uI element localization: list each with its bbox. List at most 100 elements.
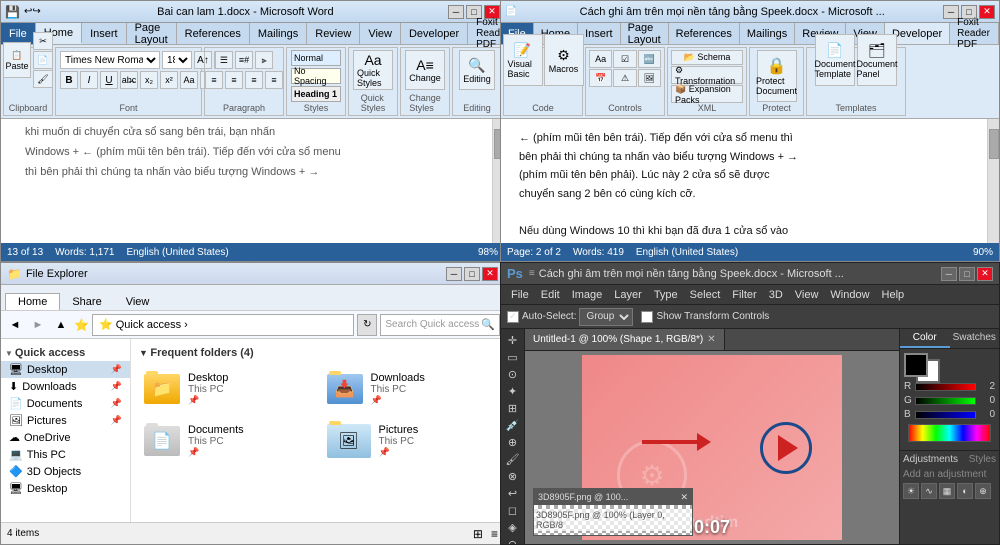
word1-tab-view[interactable]: View [360,23,401,44]
explorer-sidebar-desktop[interactable]: 🖥 Desktop 📌 [1,361,130,378]
explorer-minimize-btn[interactable]: ─ [446,267,462,281]
word2-ctrl6-btn[interactable]: 🖼 [638,69,661,87]
ps-color-spectrum[interactable] [908,424,991,442]
word2-scroll-thumb[interactable] [989,129,999,159]
word2-scrollbar[interactable] [987,119,999,243]
ps-heal-tool[interactable]: ⊕ [503,435,523,450]
ps-stamp-tool[interactable]: ⊗ [503,469,523,484]
explorer-search-icon[interactable]: 🔍 [481,318,495,331]
word2-ctrl4-btn[interactable]: 📅 [589,69,612,87]
ps-showtransform-check[interactable] [641,311,653,323]
word2-tab-references[interactable]: References [669,23,740,44]
explorer-freq-documents[interactable]: 📄 Documents This PC 📌 [139,419,314,463]
ps-magic-tool[interactable]: ✦ [503,384,523,399]
word1-changestyles-btn[interactable]: A≡Change [405,50,445,90]
word1-align-left-btn[interactable]: ≡ [205,71,223,89]
word1-cut-btn[interactable]: ✂ [33,32,53,50]
word1-style-h1[interactable]: Heading 1 [291,86,341,102]
ps-adj-saturation[interactable]: ⊕ [975,483,991,499]
word1-copy-btn[interactable]: 📄 [33,51,53,69]
ps-color-tab[interactable]: Color [900,329,950,348]
word1-bold-btn[interactable]: B [60,71,78,89]
explorer-sidebar-desktop2[interactable]: 🖥 Desktop [1,480,130,497]
explorer-forward-btn[interactable]: ► [28,315,48,335]
word2-tab-pagelayout[interactable]: Page Layout [621,23,669,44]
word1-underline-btn[interactable]: U [100,71,118,89]
word1-paste-btn[interactable]: 📋Paste [3,42,31,78]
word1-tab-review[interactable]: Review [307,23,360,44]
word2-ctrl3-btn[interactable]: 🔤 [638,50,661,68]
ps-swatches-tab[interactable]: Swatches [950,329,1000,348]
word1-superscript-btn[interactable]: x² [160,71,178,89]
ps-adj-brightness[interactable]: ☀ [903,483,919,499]
word2-transformation-btn[interactable]: ⚙ Transformation [671,66,743,84]
word2-visualbasic-btn[interactable]: 📝Visual Basic [503,34,543,86]
ps-adjustments-tab[interactable]: Adjustments [903,454,969,465]
word1-tab-references[interactable]: References [177,23,250,44]
explorer-tab-view[interactable]: View [114,294,162,310]
explorer-back-btn[interactable]: ◄ [5,315,25,335]
word1-align-right-btn[interactable]: ≡ [245,71,263,89]
ps-autoselect-check[interactable]: ✓ [507,311,519,323]
word1-style-nosp[interactable]: No Spacing [291,68,341,84]
word1-tab-mailings[interactable]: Mailings [250,23,307,44]
ps-b-bar[interactable] [915,411,976,419]
word2-macros-btn[interactable]: ⚙Macros [544,34,584,86]
ps-brush-tool[interactable]: 🖌 [503,452,523,467]
explorer-freq-pictures[interactable]: 🖼 Pictures This PC 📌 [322,419,497,463]
explorer-sidebar-quickaccess-group[interactable]: ▼ Quick access [1,343,130,361]
ps-maximize-btn[interactable]: □ [959,267,975,281]
word2-doctemplate-btn[interactable]: 📄Document Template [815,34,855,86]
word1-strikethrough-btn[interactable]: ab̶c [120,71,138,89]
word2-expansion-btn[interactable]: 📦 Expansion Packs [671,85,743,103]
ps-eraser-tool[interactable]: ◻ [503,503,523,518]
word1-minimize-btn[interactable]: ─ [448,5,464,19]
explorer-freq-desktop[interactable]: 📁 Desktop This PC 📌 [139,367,314,411]
word2-ctrl5-btn[interactable]: ⚠ [613,69,636,87]
explorer-address-path[interactable]: ⭐ Quick access › [92,314,354,336]
ps-move-tool[interactable]: ✛ [503,333,523,348]
ps-menu-3d[interactable]: 3D [763,285,789,304]
explorer-sidebar-pictures[interactable]: 🖼 Pictures 📌 [1,412,130,429]
explorer-refresh-btn[interactable]: ↻ [357,314,377,336]
ps-doc-tab-close[interactable]: ✕ [707,334,715,345]
ps-adj-curves[interactable]: ∿ [921,483,937,499]
ps-lasso-tool[interactable]: ⊙ [503,367,523,382]
explorer-sidebar-downloads[interactable]: ⬇ Downloads 📌 [1,378,130,395]
explorer-sidebar-documents[interactable]: 📄 Documents 📌 [1,395,130,412]
word2-ctrl1-btn[interactable]: Aa [589,50,612,68]
word1-quickstyles-btn[interactable]: AaQuick Styles [353,50,393,90]
word2-ctrl2-btn[interactable]: ☑ [613,50,636,68]
ps-r-bar[interactable] [915,383,976,391]
word1-tab-developer[interactable]: Developer [401,23,468,44]
ps-close-btn[interactable]: ✕ [977,267,993,281]
explorer-tab-share[interactable]: Share [60,294,113,310]
ps-play-circle[interactable] [760,422,812,474]
word1-align-center-btn[interactable]: ≡ [225,71,243,89]
word1-multilevel-btn[interactable]: ⫸ [255,51,273,69]
ps-autoselect-select[interactable]: Group Layer [579,308,633,326]
ps-gradient-tool[interactable]: ◈ [503,520,523,535]
ps-crop-tool[interactable]: ⊞ [503,401,523,416]
word1-editing-btn[interactable]: 🔍Editing [459,50,495,90]
word1-fontsize-select[interactable]: 18 [162,51,192,69]
word1-tab-pagelayout[interactable]: Page Layout [127,23,177,44]
word1-formatpaint-btn[interactable]: 🖌 [33,70,53,88]
word1-justify-btn[interactable]: ≡ [265,71,283,89]
ps-sub-close-btn[interactable]: ✕ [680,492,688,503]
word1-tab-insert[interactable]: Insert [82,23,127,44]
word2-schema-btn[interactable]: 📂 Schema [671,50,743,65]
ps-menu-layer[interactable]: Layer [608,285,648,304]
word1-tab-file[interactable]: File [1,23,36,44]
word1-style-normal[interactable]: Normal [291,50,341,66]
word1-subscript-btn[interactable]: x₂ [140,71,158,89]
explorer-up-btn[interactable]: ▲ [51,315,71,335]
explorer-search-box[interactable]: Search Quick access 🔍 [380,314,500,336]
ps-menu-filter[interactable]: Filter [726,285,762,304]
explorer-maximize-btn[interactable]: □ [464,267,480,281]
word2-tab-mailings[interactable]: Mailings [740,23,795,44]
ps-menu-help[interactable]: Help [876,285,911,304]
ps-menu-view[interactable]: View [789,285,825,304]
ps-eyedropper-tool[interactable]: 💉 [503,418,523,433]
ps-menu-type[interactable]: Type [648,285,684,304]
